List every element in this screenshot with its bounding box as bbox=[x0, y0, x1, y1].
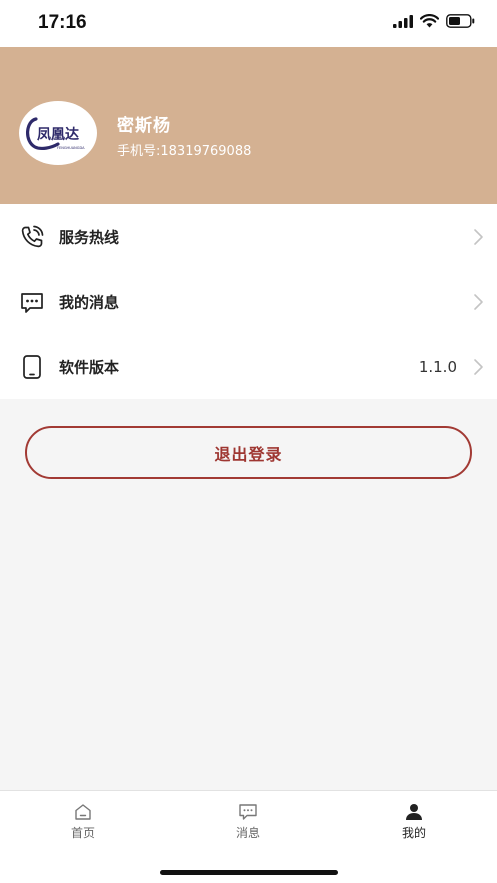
profile-header: 凤凰达 FENGHUANGDA 密斯杨 手机号:18319769088 bbox=[0, 47, 497, 204]
logo-text: 凤凰达 bbox=[37, 126, 79, 143]
user-phone: 手机号:18319769088 bbox=[117, 144, 252, 159]
status-time: 17:16 bbox=[38, 12, 87, 33]
tab-label: 首页 bbox=[70, 826, 95, 840]
menu-item-label: 软件版本 bbox=[59, 358, 120, 376]
wifi-icon bbox=[420, 14, 439, 28]
company-logo-icon: 凤凰达 FENGHUANGDA bbox=[26, 117, 85, 151]
chevron-right-icon bbox=[474, 358, 483, 375]
logout-button[interactable]: 退出登录 bbox=[25, 426, 472, 479]
tab-label: 消息 bbox=[235, 826, 260, 840]
tab-mine[interactable]: 我的 bbox=[354, 803, 474, 841]
phone-icon bbox=[21, 225, 44, 247]
home-icon bbox=[75, 804, 91, 820]
mobile-device-icon bbox=[23, 354, 41, 379]
battery-icon bbox=[446, 14, 475, 28]
status-icons bbox=[393, 14, 475, 28]
person-icon bbox=[406, 804, 422, 820]
signal-icon bbox=[393, 14, 413, 28]
menu-item-software-version[interactable]: 软件版本 1.1.0 bbox=[0, 334, 497, 399]
screen: 17:16 凤凰达 FENGHUANGDA 密斯杨 手机号:1831976908… bbox=[0, 0, 497, 883]
chat-icon bbox=[239, 804, 257, 820]
chevron-right-icon bbox=[474, 228, 483, 245]
tab-home[interactable]: 首页 bbox=[23, 803, 143, 841]
tab-messages[interactable]: 消息 bbox=[188, 803, 308, 841]
tab-bar: 首页 消息 我的 bbox=[0, 790, 497, 883]
status-bar: 17:16 bbox=[0, 0, 497, 47]
user-name: 密斯杨 bbox=[117, 116, 171, 136]
message-icon bbox=[21, 292, 43, 313]
menu-item-service-hotline[interactable]: 服务热线 bbox=[0, 204, 497, 269]
version-value: 1.1.0 bbox=[418, 357, 457, 376]
home-indicator bbox=[160, 870, 338, 875]
chevron-right-icon bbox=[474, 293, 483, 310]
tab-label: 我的 bbox=[401, 826, 426, 840]
avatar[interactable]: 凤凰达 FENGHUANGDA bbox=[19, 101, 97, 165]
menu-item-label: 我的消息 bbox=[59, 293, 120, 311]
logo-subtext: FENGHUANGDA bbox=[57, 146, 85, 150]
menu-item-my-messages[interactable]: 我的消息 bbox=[0, 269, 497, 334]
menu-item-label: 服务热线 bbox=[59, 228, 120, 246]
menu-list: 服务热线 我的消息 软件版本 1.1.0 bbox=[0, 204, 497, 399]
